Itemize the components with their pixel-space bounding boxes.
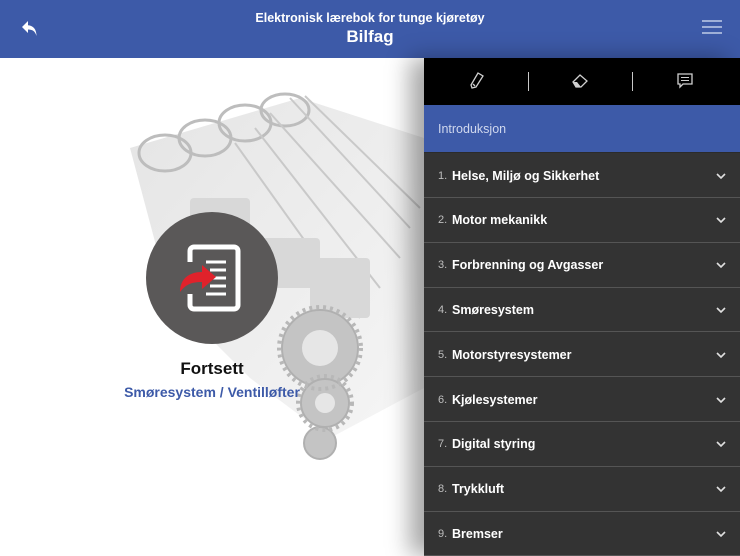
chevron-down-icon[interactable] <box>714 482 728 496</box>
hamburger-menu-icon <box>702 20 722 22</box>
sidebar-item-chapter[interactable]: 9. Bremser <box>424 512 740 556</box>
chapter-label: Digital styring <box>452 437 536 452</box>
chapter-number: 4. <box>438 303 448 316</box>
chapter-number: 2. <box>438 214 448 227</box>
chapter-label: Kjølesystemer <box>452 392 538 407</box>
pencil-icon <box>470 72 484 89</box>
sidebar-item-chapter[interactable]: 6. Kjølesystemer <box>424 378 740 422</box>
chapter-label: Forbrenning og Avgasser <box>452 258 604 273</box>
continue-button[interactable] <box>146 212 278 344</box>
chapter-number: 5. <box>438 348 448 361</box>
eraser-button[interactable] <box>565 68 595 94</box>
chevron-down-icon[interactable] <box>714 258 728 272</box>
page-title: Bilfag <box>346 27 394 46</box>
pencil-button[interactable] <box>462 68 492 94</box>
chevron-down-icon[interactable] <box>714 393 728 407</box>
sidebar-item-chapter[interactable]: 8. Trykkluft <box>424 467 740 512</box>
chapter-label: Helse, Miljø og Sikkerhet <box>452 168 600 183</box>
chapter-number: 3. <box>438 259 448 272</box>
chapter-label: Trykkluft <box>452 482 505 497</box>
continue-chapter-link[interactable]: Smøresystem / Ventilløfter <box>82 384 342 400</box>
comment-icon <box>677 73 693 89</box>
toolbar-divider <box>528 72 529 91</box>
resume-document-icon <box>180 244 241 312</box>
chapter-number: 9. <box>438 527 448 540</box>
sidebar-item-chapter[interactable]: 4. Smøresystem <box>424 288 740 333</box>
eraser-icon <box>572 74 588 88</box>
chapter-number: 7. <box>438 438 448 451</box>
chevron-down-icon[interactable] <box>714 169 728 183</box>
chapter-label: Smøresystem <box>452 302 534 317</box>
toolbar-divider <box>632 72 633 91</box>
chapter-number: 8. <box>438 483 448 496</box>
continue-label: Fortsett <box>180 359 244 378</box>
sidebar-item-chapter[interactable]: 7. Digital styring <box>424 422 740 467</box>
sidebar-item-chapter[interactable]: 5. Motorstyresystemer <box>424 333 740 378</box>
chapter-number: 1. <box>438 169 448 182</box>
sidebar-item-chapter[interactable]: 3. Forbrenning og Avgasser <box>424 243 740 288</box>
chevron-down-icon[interactable] <box>714 437 728 451</box>
chevron-down-icon[interactable] <box>714 527 728 541</box>
app-header: Elektronisk lærebok for tunge kjøretøy B… <box>0 0 740 58</box>
app-subtitle: Elektronisk lærebok for tunge kjøretøy <box>255 11 485 25</box>
chevron-down-icon[interactable] <box>714 303 728 317</box>
chapter-label: Motorstyresystemer <box>452 347 572 362</box>
sidebar-item-introduksjon[interactable]: Introduksjon <box>424 105 740 153</box>
sidebar-item-chapter[interactable]: 2. Motor mekanikk <box>424 198 740 243</box>
annotation-toolbar <box>424 58 740 105</box>
chapter-number: 6. <box>438 393 448 406</box>
main-area: Fortsett Smøresystem / Ventilløfter <box>0 58 424 555</box>
comment-button[interactable] <box>670 68 700 94</box>
sidebar-item-chapter[interactable]: 1. Helse, Miljø og Sikkerhet <box>424 154 740 198</box>
chapter-label: Motor mekanikk <box>452 213 548 228</box>
chapter-label: Bremser <box>452 526 503 541</box>
chapter-sidebar: Introduksjon 1. Helse, Miljø og Sikkerhet… <box>424 58 740 556</box>
chevron-down-icon[interactable] <box>714 213 728 227</box>
menu-button[interactable] <box>702 20 722 38</box>
chevron-down-icon[interactable] <box>714 348 728 362</box>
